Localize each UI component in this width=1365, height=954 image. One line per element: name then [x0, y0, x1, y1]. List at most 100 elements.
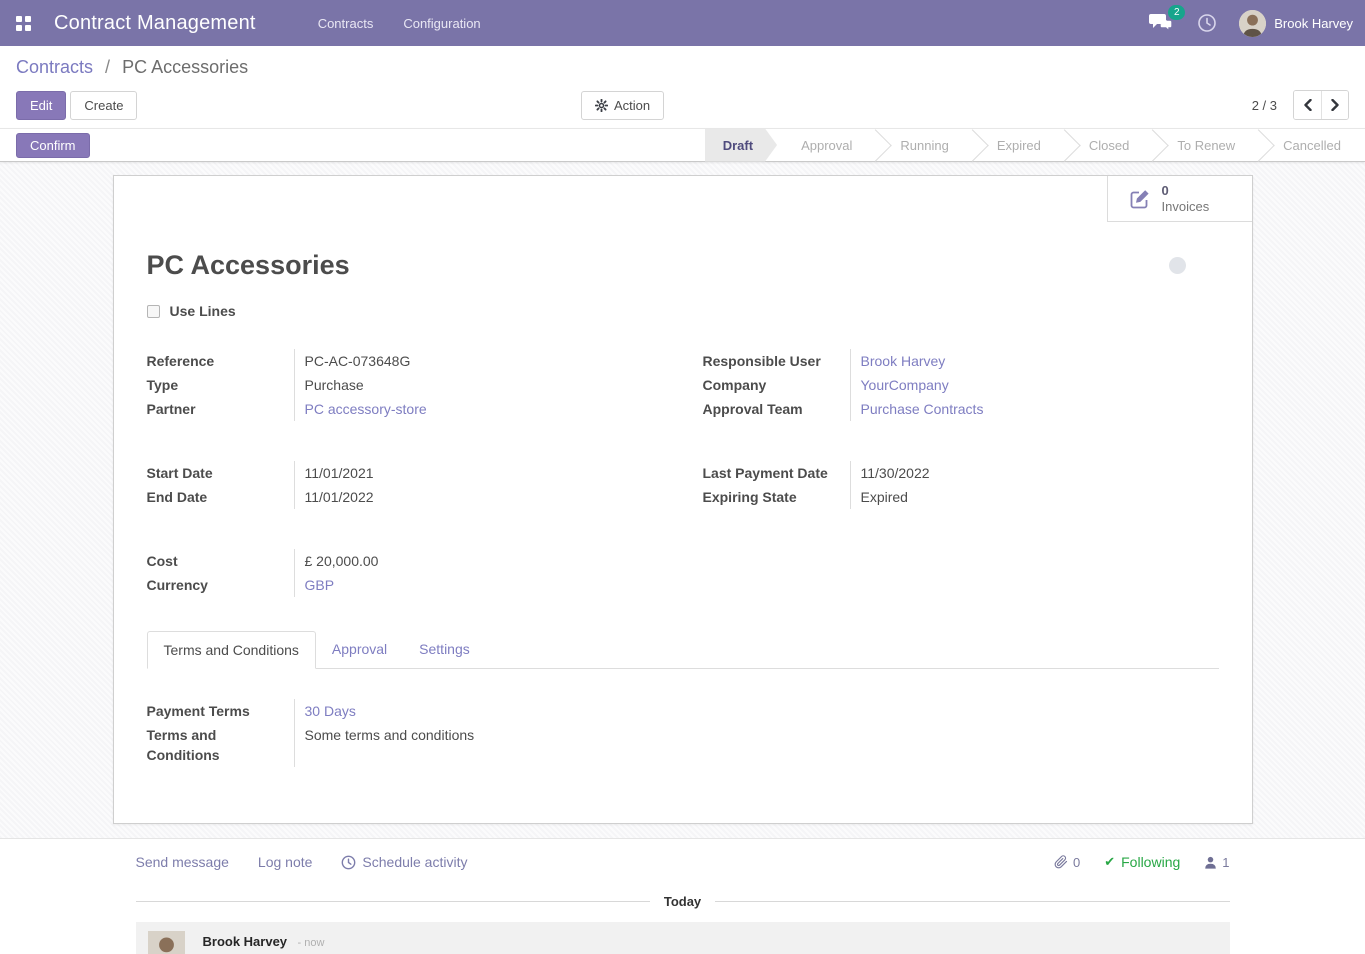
use-lines-checkbox[interactable]: [147, 305, 160, 318]
control-panel-buttons: Edit Create Action 2 / 3: [16, 89, 1349, 121]
field-value-type: Purchase: [295, 373, 663, 397]
field-label-responsible-user: Responsible User: [703, 349, 851, 373]
attachments-count: 0: [1073, 855, 1080, 870]
field-label-expiring-state: Expiring State: [703, 485, 851, 509]
send-message-button[interactable]: Send message: [136, 854, 229, 870]
create-button[interactable]: Create: [70, 91, 137, 120]
tab-settings[interactable]: Settings: [403, 631, 486, 668]
breadcrumb-contracts-link[interactable]: Contracts: [16, 57, 93, 77]
record-title: PC Accessories: [147, 250, 350, 281]
menu-configuration[interactable]: Configuration: [403, 16, 480, 31]
chatter: Send message Log note Schedule activity …: [0, 838, 1365, 954]
tab-content: Payment Terms 30 Days Terms and Conditio…: [147, 669, 664, 767]
check-icon: ✔: [1104, 854, 1115, 870]
field-group-general-right: Responsible User Brook Harvey Company Yo…: [703, 349, 1219, 421]
action-button[interactable]: Action: [581, 91, 664, 120]
stage-approval[interactable]: Approval: [777, 129, 876, 162]
gear-icon: [595, 99, 608, 112]
pager-previous-button[interactable]: [1294, 91, 1321, 119]
confirm-button[interactable]: Confirm: [16, 133, 90, 158]
field-value-currency-link[interactable]: GBP: [305, 577, 335, 593]
messages-badge: 2: [1168, 5, 1185, 20]
status-stages: Draft Approval Running Expired Closed To…: [705, 129, 1365, 162]
message-author[interactable]: Brook Harvey: [203, 934, 288, 949]
field-label-terms-and-conditions: Terms and Conditions: [147, 723, 295, 767]
chatter-message: Brook Harvey - now Name: Travel Tickets …: [136, 922, 1230, 954]
edit-button[interactable]: Edit: [16, 91, 66, 120]
stage-draft[interactable]: Draft: [705, 129, 777, 162]
pager: 2 / 3: [1252, 90, 1349, 120]
message-timestamp: - now: [298, 937, 325, 949]
log-note-button[interactable]: Log note: [258, 854, 313, 870]
chatter-toolbar: Send message Log note Schedule activity …: [136, 854, 1230, 870]
invoices-count: 0: [1162, 183, 1210, 199]
top-menu: Contracts Configuration: [318, 16, 481, 31]
invoices-smart-button[interactable]: 0 Invoices: [1107, 176, 1252, 222]
messages-icon[interactable]: 2: [1149, 12, 1175, 34]
topbar-right: 2 Brook Harvey: [1149, 10, 1353, 37]
field-group-dates-left: Start Date 11/01/2021 End Date 11/01/202…: [147, 461, 663, 509]
attachments-button[interactable]: 0: [1054, 855, 1080, 870]
smart-button-box: 0 Invoices: [114, 176, 1252, 222]
menu-contracts[interactable]: Contracts: [318, 16, 374, 31]
field-label-cost: Cost: [147, 549, 295, 573]
pager-next-button[interactable]: [1321, 91, 1348, 119]
activity-state-dot[interactable]: [1169, 257, 1186, 274]
activity-clock-icon[interactable]: [1197, 13, 1217, 33]
field-label-payment-terms: Payment Terms: [147, 699, 295, 723]
topbar: Contract Management Contracts Configurat…: [0, 0, 1365, 46]
breadcrumb-current: PC Accessories: [122, 57, 248, 77]
pager-counter: 2 / 3: [1252, 98, 1277, 113]
field-label-end-date: End Date: [147, 485, 295, 509]
field-group-general-left: Reference PC-AC-073648G Type Purchase Pa…: [147, 349, 663, 421]
field-value-last-payment-date: 11/30/2022: [851, 461, 1219, 485]
chevron-right-icon: [1330, 99, 1340, 111]
field-group-terms: Payment Terms 30 Days Terms and Conditio…: [147, 699, 664, 767]
user-menu[interactable]: Brook Harvey: [1239, 10, 1353, 37]
field-group-cost: Cost £ 20,000.00 Currency GBP: [147, 549, 663, 597]
field-value-expiring-state: Expired: [851, 485, 1219, 509]
field-label-last-payment-date: Last Payment Date: [703, 461, 851, 485]
tab-approval[interactable]: Approval: [316, 631, 403, 668]
field-label-start-date: Start Date: [147, 461, 295, 485]
date-divider: Today: [136, 894, 1230, 909]
field-value-end-date: 11/01/2022: [295, 485, 663, 509]
notebook-tabs: Terms and Conditions Approval Settings: [147, 631, 1219, 669]
paperclip-icon: [1054, 855, 1068, 869]
tab-terms-and-conditions[interactable]: Terms and Conditions: [147, 631, 316, 669]
field-value-responsible-user-link[interactable]: Brook Harvey: [861, 353, 946, 369]
followers-button[interactable]: 1: [1204, 855, 1229, 870]
field-value-terms-and-conditions: Some terms and conditions: [295, 723, 664, 767]
following-toggle[interactable]: ✔ Following: [1104, 854, 1180, 870]
field-label-approval-team: Approval Team: [703, 397, 851, 421]
field-label-company: Company: [703, 373, 851, 397]
breadcrumb-separator: /: [105, 57, 110, 77]
field-value-payment-terms-link[interactable]: 30 Days: [305, 703, 356, 719]
field-value-start-date: 11/01/2021: [295, 461, 663, 485]
edit-note-icon: [1128, 187, 1152, 211]
schedule-activity-button[interactable]: Schedule activity: [341, 854, 467, 870]
chevron-left-icon: [1303, 99, 1313, 111]
field-label-currency: Currency: [147, 573, 295, 597]
statusbar: Confirm Draft Approval Running Expired C…: [0, 128, 1365, 162]
app-title: Contract Management: [54, 12, 256, 35]
use-lines-label: Use Lines: [170, 303, 236, 319]
user-name: Brook Harvey: [1274, 16, 1353, 31]
field-label-type: Type: [147, 373, 295, 397]
message-avatar: [148, 931, 185, 954]
apps-menu-icon[interactable]: [16, 16, 31, 31]
field-value-reference: PC-AC-073648G: [295, 349, 663, 373]
breadcrumb: Contracts / PC Accessories: [16, 57, 1349, 78]
field-value-cost: £ 20,000.00: [295, 549, 663, 573]
field-value-company-link[interactable]: YourCompany: [861, 377, 949, 393]
field-value-partner-link[interactable]: PC accessory-store: [305, 401, 427, 417]
control-panel: Contracts / PC Accessories Edit Create A…: [0, 46, 1365, 128]
field-value-approval-team-link[interactable]: Purchase Contracts: [861, 401, 984, 417]
form-sheet: 0 Invoices PC Accessories Use Lines Refe…: [113, 175, 1253, 824]
date-divider-label: Today: [650, 894, 715, 909]
field-label-partner: Partner: [147, 397, 295, 421]
schedule-clock-icon: [341, 855, 356, 870]
followers-count: 1: [1222, 855, 1229, 870]
user-avatar: [1239, 10, 1266, 37]
sheet-background: 0 Invoices PC Accessories Use Lines Refe…: [0, 162, 1365, 838]
